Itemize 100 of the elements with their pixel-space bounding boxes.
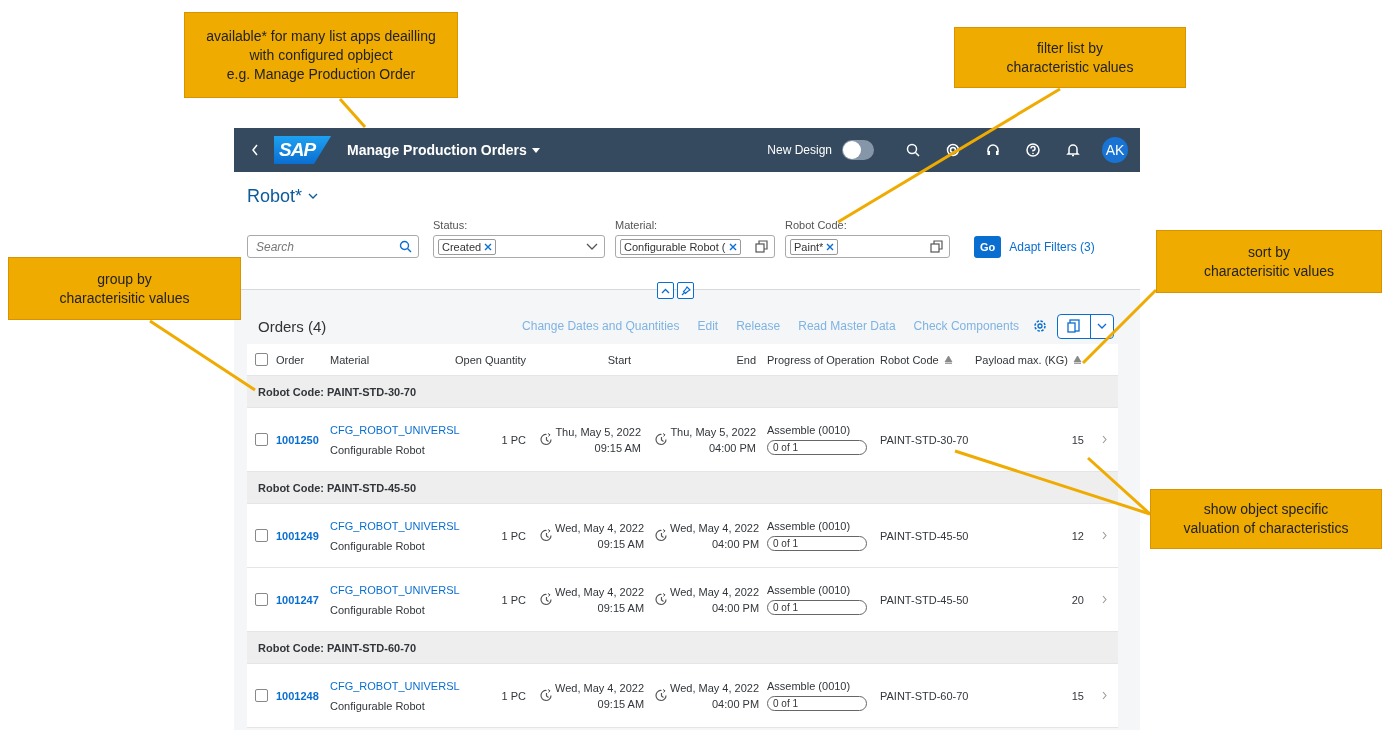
- operation-text: Assemble (0010): [767, 424, 852, 436]
- design-label: New Design: [767, 143, 832, 157]
- date-text: Wed, May 4, 2022: [670, 521, 760, 534]
- column-header[interactable]: Open Quantity: [455, 353, 526, 366]
- variant-selector[interactable]: Robot*: [247, 186, 319, 207]
- checkbox[interactable]: [255, 433, 268, 446]
- payload-text: 15: [1071, 433, 1084, 446]
- export-menu-button[interactable]: [1057, 313, 1114, 339]
- date-text: Wed, May 4, 2022: [670, 585, 760, 598]
- material-name: Configurable Robot: [330, 603, 425, 616]
- remove-icon: [826, 242, 835, 251]
- order-link[interactable]: 1001247: [276, 593, 330, 606]
- payload-text: 20: [1071, 593, 1084, 606]
- time-text: 04:00 PM: [711, 537, 760, 550]
- date-text: Wed, May 4, 2022: [670, 681, 760, 694]
- group-header: Robot Code: PAINT-STD-60-70: [258, 641, 417, 654]
- callout-text: available* for many list apps deailling with configured opbject e.g. Manage Production Order: [206, 26, 436, 84]
- app-title[interactable]: Manage Production Orders: [347, 142, 540, 158]
- settings-icon[interactable]: [1033, 319, 1047, 333]
- time-text: 09:15 AM: [596, 537, 645, 550]
- filter-field[interactable]: Created: [433, 235, 605, 258]
- clock-icon: [540, 529, 553, 542]
- column-header[interactable]: Start: [607, 353, 631, 366]
- filter-token[interactable]: Paint*: [790, 238, 839, 255]
- operation-text: Assemble (0010): [767, 680, 852, 692]
- column-header[interactable]: End: [736, 353, 756, 366]
- checkbox[interactable]: [255, 353, 268, 366]
- user-avatar[interactable]: AK: [1102, 137, 1128, 163]
- clock-icon: [540, 689, 553, 702]
- table-title: Orders (4): [257, 317, 328, 335]
- value-help-icon: [930, 240, 943, 253]
- back-icon[interactable]: [250, 143, 260, 157]
- checkbox[interactable]: [255, 593, 268, 606]
- search-icon: [399, 240, 412, 253]
- clock-icon: [540, 593, 553, 606]
- column-header[interactable]: Robot Code: [880, 353, 953, 366]
- pin-icon: [680, 285, 691, 296]
- toggle-switch[interactable]: [842, 140, 874, 160]
- robot-code-text: PAINT-STD-60-70: [880, 689, 969, 702]
- time-text: 09:15 AM: [596, 601, 645, 614]
- material-name: Configurable Robot: [330, 539, 425, 552]
- filter-field[interactable]: Configurable Robot (: [615, 235, 775, 258]
- robot-code-text: PAINT-STD-30-70: [880, 433, 969, 446]
- group-header: Robot Code: PAINT-STD-30-70: [258, 385, 417, 398]
- payload-text: 12: [1071, 529, 1084, 542]
- date-text: Thu, May 5, 2022: [555, 425, 641, 438]
- filter-field[interactable]: Paint*: [785, 235, 950, 258]
- headset-icon[interactable]: [986, 143, 1000, 157]
- sort-icon: [1072, 355, 1082, 364]
- filter-label: Status:: [433, 219, 469, 231]
- material-link[interactable]: CFG_ROBOT_UNIVERSL: [330, 583, 460, 596]
- clock-icon: [540, 433, 553, 446]
- time-text: 04:00 PM: [711, 697, 760, 710]
- order-link[interactable]: 1001250: [276, 433, 330, 446]
- material-link[interactable]: CFG_ROBOT_UNIVERSL: [330, 519, 460, 532]
- checkbox[interactable]: [255, 529, 268, 542]
- chevron-right-icon: [1101, 691, 1107, 700]
- column-header[interactable]: Progress of Operation: [767, 353, 875, 366]
- column-header[interactable]: Order: [276, 353, 305, 366]
- remove-icon: [484, 242, 493, 251]
- group-header: Robot Code: PAINT-STD-45-50: [258, 481, 417, 494]
- operation-text: Assemble (0010): [767, 520, 852, 532]
- chevron-right-icon: [1101, 595, 1107, 604]
- bell-icon[interactable]: [1066, 143, 1080, 157]
- go-button[interactable]: Go: [974, 236, 1002, 258]
- logo: SAP: [274, 136, 332, 164]
- filter-token[interactable]: Created: [438, 238, 497, 255]
- material-link[interactable]: CFG_ROBOT_UNIVERSL: [330, 679, 460, 692]
- collapse-button[interactable]: [657, 282, 674, 299]
- robot-code-text: PAINT-STD-45-50: [880, 593, 969, 606]
- search-field[interactable]: Search: [247, 235, 419, 258]
- help-icon[interactable]: [1026, 143, 1040, 157]
- column-header[interactable]: Payload max. (KG): [975, 353, 1082, 366]
- time-text: 09:15 AM: [596, 697, 645, 710]
- filter-token[interactable]: Configurable Robot (: [620, 238, 741, 255]
- caret-up-icon: [661, 287, 670, 294]
- material-name: Configurable Robot: [330, 443, 425, 456]
- column-header[interactable]: Material: [330, 353, 370, 366]
- quantity-text: 1 PC: [501, 689, 526, 702]
- clock-icon: [655, 433, 668, 446]
- material-link[interactable]: CFG_ROBOT_UNIVERSL: [330, 423, 460, 436]
- order-link[interactable]: 1001249: [276, 529, 330, 542]
- pin-button[interactable]: [677, 282, 694, 299]
- spiral-icon[interactable]: [946, 143, 960, 157]
- search-icon[interactable]: [906, 143, 920, 157]
- clock-icon: [655, 529, 668, 542]
- export-icon: [1067, 319, 1081, 333]
- order-link[interactable]: 1001248: [276, 689, 330, 702]
- material-name: Configurable Robot: [330, 699, 425, 712]
- remove-icon: [728, 242, 737, 251]
- chevron-icon: [586, 243, 598, 250]
- callout-text: sort by characterisitic values: [1204, 242, 1334, 281]
- callout-text: filter list by characteristic values: [1006, 38, 1134, 77]
- operation-text: Assemble (0010): [767, 584, 852, 596]
- clock-icon: [655, 689, 668, 702]
- adapt-filters-link[interactable]: Adapt Filters (3): [1009, 240, 1095, 254]
- filter-label: Material:: [615, 219, 659, 231]
- callout-text: show object specific valuation of characteristics: [1183, 500, 1349, 538]
- checkbox[interactable]: [255, 689, 268, 702]
- date-text: Wed, May 4, 2022: [555, 585, 645, 598]
